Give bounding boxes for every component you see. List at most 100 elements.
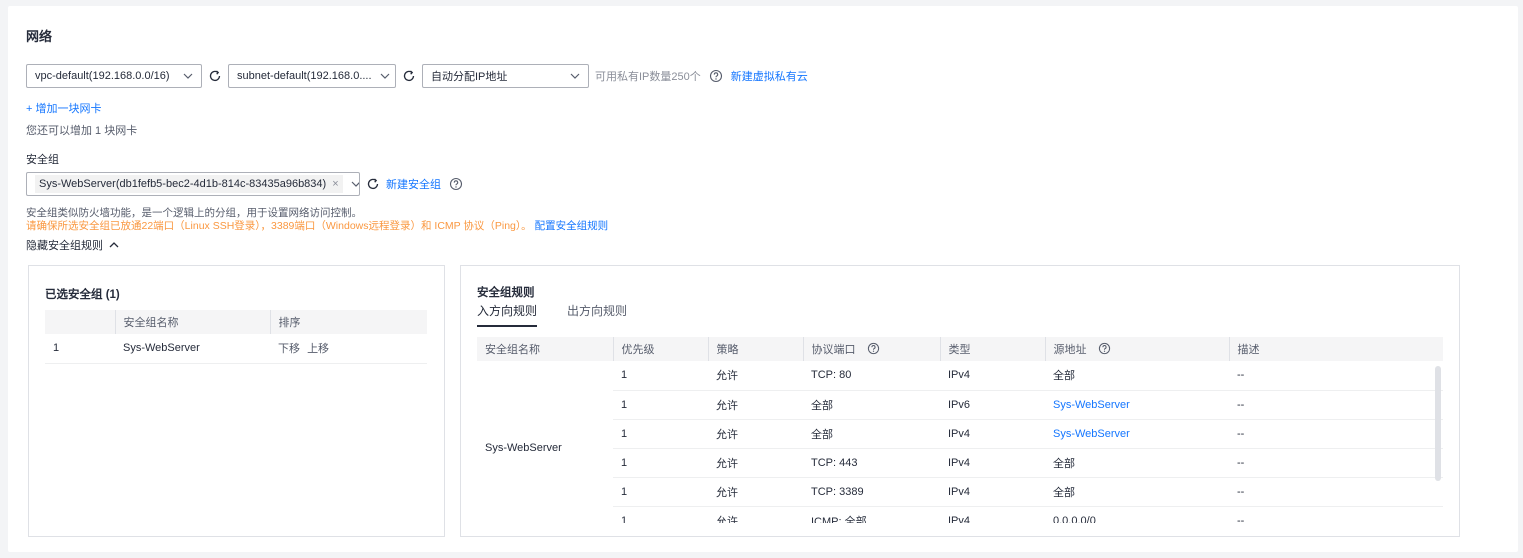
row-order: 下移 上移 [270,334,427,364]
row-type: IPv4 [940,361,1045,391]
selected-sg-tag-label: Sys-WebServer(db1fefb5-bec2-4d1b-814c-83… [39,178,327,190]
vpc-select-value: vpc-default(192.168.0.0/16) [35,70,170,82]
row-port: 全部 [803,419,940,449]
rules-tabs: 入方向规则 出方向规则 [477,302,657,327]
row-type: IPv4 [940,506,1045,523]
sg-rules-panel: 安全组规则 入方向规则 出方向规则 安全组名称 优先级 策略 协议端口 类型 源… [460,265,1460,537]
ip-allocation-select[interactable]: 自动分配IP地址 [422,64,589,88]
col-port-label: 协议端口 [811,344,856,356]
row-policy: 允许 [708,448,803,478]
move-up-button[interactable]: 上移 [307,343,329,355]
chevron-down-icon [570,73,580,79]
hide-sg-rules-toggle[interactable]: 隐藏安全组规则 [26,237,120,253]
row-desc: -- [1229,419,1443,449]
row-type: IPv6 [940,390,1045,420]
selected-sg-panel: 已选安全组 (1) 安全组名称 排序 1 Sys-WebServer 下移 上移 [28,265,445,537]
row-priority: 1 [613,477,708,507]
network-row: vpc-default(192.168.0.0/16) subnet-defau… [26,64,808,88]
security-group-label: 安全组 [26,154,59,166]
help-icon[interactable] [867,342,880,355]
add-nic-link[interactable]: + 增加一块网卡 [26,100,101,116]
tab-outbound[interactable]: 出方向规则 [567,302,627,327]
row-source-link[interactable]: Sys-WebServer [1045,390,1229,420]
chevron-down-icon [183,73,193,79]
rules-table-wrap: 安全组名称 优先级 策略 协议端口 类型 源地址 描述 Sys-WebServe… [477,337,1443,523]
help-icon[interactable] [1098,342,1111,355]
close-icon[interactable]: × [332,178,338,190]
row-sg-name: Sys-WebServer [485,442,562,454]
col-order: 排序 [269,310,427,334]
row-port: TCP: 443 [803,448,940,478]
config-sg-rules-link[interactable]: 配置安全组规则 [535,220,609,232]
new-vpc-link[interactable]: 新建虚拟私有云 [731,68,808,84]
subnet-select[interactable]: subnet-default(192.168.0.... [228,64,396,88]
security-group-row: Sys-WebServer(db1fefb5-bec2-4d1b-814c-83… [26,172,471,196]
row-port: ICMP: 全部 [803,506,940,523]
chevron-up-icon [109,242,119,248]
col-priority: 优先级 [612,337,708,361]
rules-table: 安全组名称 优先级 策略 协议端口 类型 源地址 描述 Sys-WebServe… [477,337,1443,523]
row-port: TCP: 80 [803,361,940,391]
row-type: IPv4 [940,419,1045,449]
row-priority: 1 [613,506,708,523]
sg-warning-text: 请确保所选安全组已放通22端口（Linux SSH登录），3389端口（Wind… [26,220,532,232]
rules-scrollbar[interactable] [1435,366,1441,481]
selected-sg-title: 已选安全组 (1) [45,289,120,301]
row-port: 全部 [803,390,940,420]
network-config-card: 网络 vpc-default(192.168.0.0/16) subnet-de… [8,6,1518,552]
col-port: 协议端口 [802,337,940,361]
col-index [45,310,115,334]
row-type: IPv4 [940,448,1045,478]
add-nic-note: 您还可以增加 1 块网卡 [26,125,138,137]
row-desc: -- [1229,361,1443,391]
row-priority: 1 [613,361,708,391]
row-policy: 允许 [708,506,803,523]
row-priority: 1 [613,448,708,478]
row-port: TCP: 3389 [803,477,940,507]
refresh-subnet-icon[interactable] [402,69,416,83]
table-header-row: 安全组名称 排序 [45,310,427,334]
row-source: 全部 [1045,361,1229,391]
table-row: 1 允许 ICMP: 全部 IPv4 0.0.0.0/0 -- [477,506,1443,523]
refresh-sg-icon[interactable] [366,177,380,191]
table-row: Sys-WebServer 1 允许 TCP: 80 IPv4 全部 -- [477,361,1443,454]
row-policy: 允许 [708,477,803,507]
row-source: 全部 [1045,448,1229,478]
row-desc: -- [1229,448,1443,478]
chevron-down-icon [380,73,389,79]
help-icon[interactable] [449,177,463,191]
refresh-vpc-icon[interactable] [208,69,222,83]
row-priority: 1 [613,419,708,449]
table-row: 1 允许 TCP: 443 IPv4 全部 -- [477,448,1443,478]
available-ip-count: 可用私有IP数量250个 [595,71,701,83]
row-desc: -- [1229,506,1443,523]
help-icon[interactable] [709,69,723,83]
move-down-button[interactable]: 下移 [278,343,300,355]
network-section-title: 网络 [26,29,53,44]
col-policy: 策略 [707,337,803,361]
chevron-down-icon [351,181,359,187]
col-source: 源地址 [1044,337,1229,361]
subnet-select-value: subnet-default(192.168.0.... [237,70,372,82]
row-policy: 允许 [708,390,803,420]
row-index: 1 [45,334,115,364]
new-sg-link[interactable]: 新建安全组 [386,176,441,192]
sg-warning: 请确保所选安全组已放通22端口（Linux SSH登录），3389端口（Wind… [26,218,608,233]
ip-allocation-value: 自动分配IP地址 [431,71,508,83]
row-priority: 1 [613,390,708,420]
tab-inbound[interactable]: 入方向规则 [477,302,538,327]
security-group-select[interactable]: Sys-WebServer(db1fefb5-bec2-4d1b-814c-83… [26,172,360,196]
col-desc: 描述 [1228,337,1443,361]
vpc-select[interactable]: vpc-default(192.168.0.0/16) [26,64,202,88]
row-desc: -- [1229,390,1443,420]
row-policy: 允许 [708,419,803,449]
table-row: 1 允许 全部 IPv6 Sys-WebServer -- [477,390,1443,420]
table-row: 1 允许 全部 IPv4 Sys-WebServer -- [477,419,1443,449]
col-type: 类型 [939,337,1045,361]
col-sg-name: 安全组名称 [114,310,270,334]
row-policy: 允许 [708,361,803,391]
col-sg-name: 安全组名称 [477,337,613,361]
sg-rules-title: 安全组规则 [477,287,535,299]
row-source: 全部 [1045,477,1229,507]
row-source-link[interactable]: Sys-WebServer [1045,419,1229,449]
